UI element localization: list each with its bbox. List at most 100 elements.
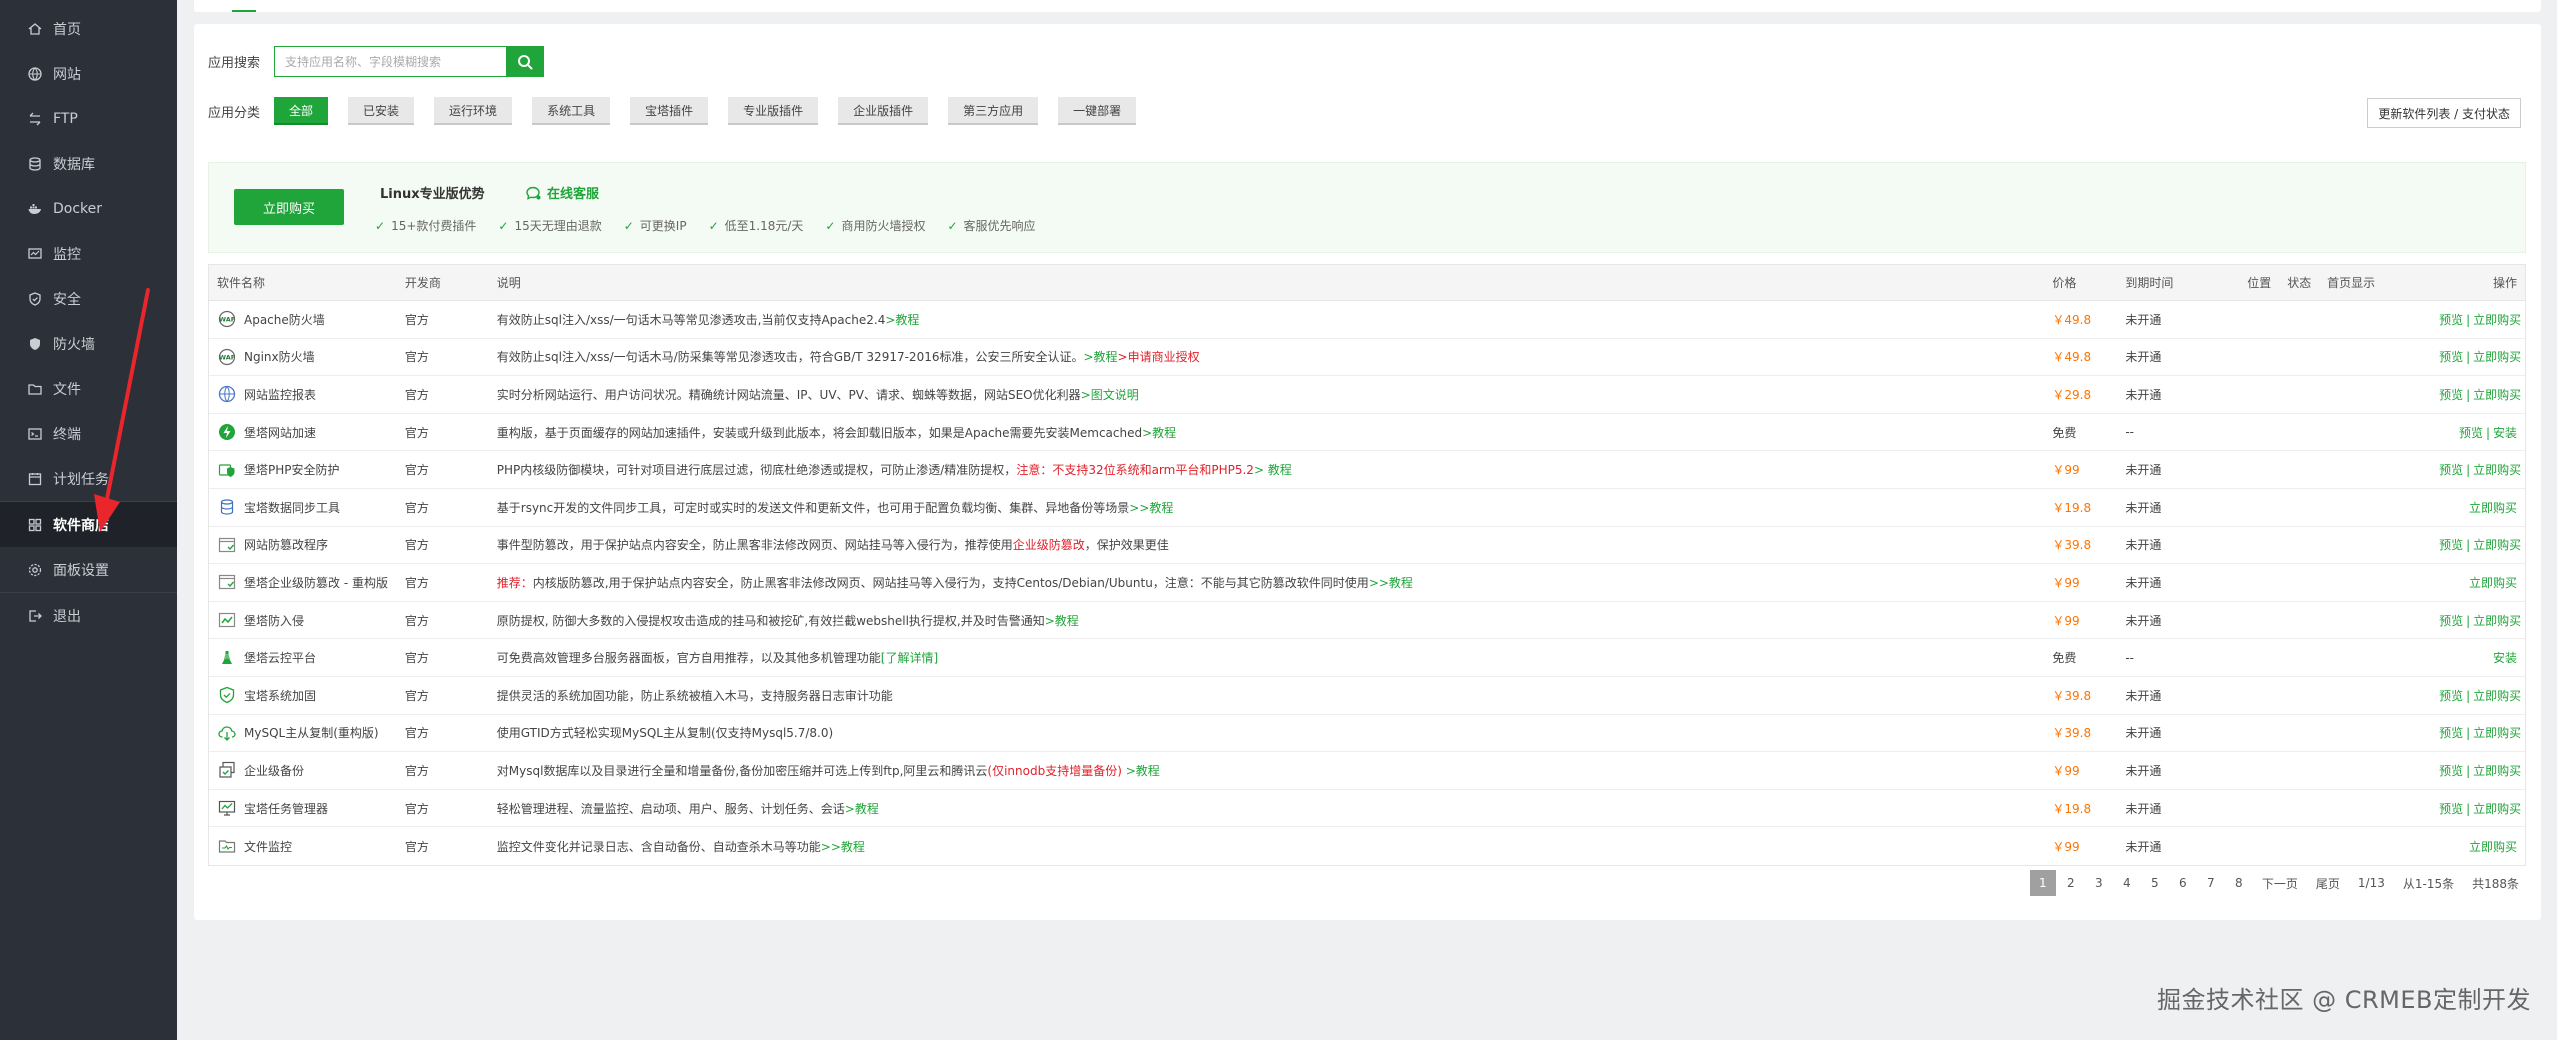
app-description-cell: 监控文件变化并记录日志、含自动备份、自动查杀木马等功能>>教程 (489, 838, 2045, 855)
preview-link[interactable]: 预览 (2439, 614, 2463, 628)
tutorial-link[interactable]: >教程 (1122, 764, 1160, 778)
preview-link[interactable]: 预览 (2439, 726, 2463, 740)
software-table: 软件名称 开发商 说明 价格 到期时间 位置 状态 首页显示 操作 WAF Apa… (208, 264, 2526, 866)
install-link[interactable]: 安装 (2493, 426, 2517, 440)
app-expire: 未开通 (2125, 350, 2162, 365)
watermark: 掘金技术社区 @ CRMEB定制开发 (2156, 986, 2531, 1014)
app-operations: 预览 | 立即购买 (2439, 612, 2525, 629)
preview-link[interactable]: 预览 (2439, 538, 2463, 552)
app-developer: 官方 (404, 801, 429, 816)
update-software-list-button[interactable]: 更新软件列表 / 支付状态 (2367, 98, 2521, 128)
sidebar-item-terminal[interactable]: 终端 (0, 411, 177, 456)
online-service-link[interactable]: 在线客服 (525, 183, 599, 202)
sidebar-item-globe[interactable]: 网站 (0, 51, 177, 96)
app-expire: 未开通 (2125, 839, 2162, 854)
buy-now-link[interactable]: 立即购买 (2469, 840, 2517, 854)
install-link[interactable]: 安装 (2493, 651, 2517, 665)
page-button[interactable]: 7 (2198, 870, 2224, 896)
search-button[interactable] (506, 46, 545, 77)
category-tab[interactable]: 专业版插件 (728, 97, 819, 125)
buy-now-button[interactable]: 立即购买 (234, 189, 344, 225)
category-tab[interactable]: 全部 (274, 97, 329, 125)
sidebar-item-database[interactable]: 数据库 (0, 141, 177, 186)
tutorial-link[interactable]: > 教程 (1254, 463, 1292, 477)
category-tab[interactable]: 第三方应用 (948, 97, 1039, 125)
buy-now-link[interactable]: 立即购买 (2473, 689, 2521, 703)
page-button[interactable]: 8 (2226, 870, 2252, 896)
sidebar-item-monitor[interactable]: 监控 (0, 231, 177, 276)
tutorial-link[interactable]: >>教程 (1369, 576, 1413, 590)
buy-now-link[interactable]: 立即购买 (2469, 501, 2517, 515)
sidebar-item-clock[interactable]: 计划任务 (0, 456, 177, 501)
sidebar-item-logout[interactable]: 退出 (0, 593, 177, 638)
next-page-button[interactable]: 下一页 (2254, 870, 2306, 896)
sidebar-item-shield[interactable]: 安全 (0, 276, 177, 321)
tutorial-link[interactable]: >教程 (1142, 426, 1176, 440)
preview-link[interactable]: 预览 (2439, 388, 2463, 402)
sidebar-item-home[interactable]: 首页 (0, 6, 177, 51)
sidebar-item-grid[interactable]: 软件商店 (0, 502, 177, 547)
buy-now-link[interactable]: 立即购买 (2473, 388, 2521, 402)
app-name-cell: 文件监控 (209, 836, 397, 856)
page-button[interactable]: 6 (2170, 870, 2196, 896)
buy-now-link[interactable]: 立即购买 (2473, 463, 2521, 477)
page-button[interactable]: 1 (2029, 870, 2056, 896)
preview-link[interactable]: 预览 (2439, 802, 2463, 816)
app-name-cell: 堡塔云控平台 (209, 648, 397, 668)
buy-now-link[interactable]: 立即购买 (2469, 576, 2517, 590)
app-description-cell: 提供灵活的系统加固功能，防止系统被植入木马，支持服务器日志审计功能 (489, 687, 2045, 704)
category-tab[interactable]: 宝塔插件 (630, 97, 709, 125)
tutorial-link[interactable]: >>教程 (1129, 501, 1173, 515)
category-tab[interactable]: 已安装 (348, 97, 415, 125)
app-price: ￥39.8 (2052, 688, 2092, 703)
sidebar-item-label: Docker (53, 200, 103, 217)
table-row: WAF Apache防火墙 官方 有效防止sql注入/xss/一句话木马等常见渗透攻击… (209, 301, 2525, 339)
preview-link[interactable]: 预览 (2439, 764, 2463, 778)
promo-feature-label: 低至1.18元/天 (724, 219, 804, 233)
app-expire: 未开通 (2125, 312, 2162, 327)
table-row: MySQL主从复制(重构版) 官方 使用GTID方式轻松实现MySQL主从复制(仅支… (209, 715, 2525, 753)
search-input[interactable] (274, 46, 507, 77)
app-developer: 官方 (404, 613, 429, 628)
tutorial-link[interactable]: [了解详情] (881, 651, 938, 665)
sidebar-item-gear[interactable]: 面板设置 (0, 547, 177, 592)
app-name-cell: 企业级备份 (209, 760, 397, 780)
category-tab[interactable]: 系统工具 (532, 97, 611, 125)
preview-link[interactable]: 预览 (2459, 426, 2483, 440)
sidebar-item-ftp[interactable]: FTP (0, 96, 177, 141)
preview-link[interactable]: 预览 (2439, 689, 2463, 703)
buy-now-link[interactable]: 立即购买 (2473, 726, 2521, 740)
preview-link[interactable]: 预览 (2439, 350, 2463, 364)
tutorial-link[interactable]: >教程 (845, 802, 879, 816)
tutorial-link[interactable]: >>教程 (821, 840, 865, 854)
app-name-cell: 网站监控报表 (209, 384, 397, 404)
buy-now-link[interactable]: 立即购买 (2473, 350, 2521, 364)
description-tail: ，保护效果更佳 (1084, 538, 1169, 553)
category-tab[interactable]: 一键部署 (1058, 97, 1137, 125)
category-tab[interactable]: 企业版插件 (838, 97, 929, 125)
globe-icon (26, 65, 44, 83)
buy-now-link[interactable]: 立即购买 (2473, 802, 2521, 816)
app-price: ￥49.8 (2052, 350, 2092, 365)
last-page-button[interactable]: 尾页 (2308, 870, 2348, 896)
page-button[interactable]: 2 (2058, 870, 2084, 896)
tutorial-link[interactable]: >教程 (1083, 350, 1117, 364)
preview-link[interactable]: 预览 (2439, 463, 2463, 477)
preview-link[interactable]: 预览 (2439, 313, 2463, 327)
sidebar-item-firewall[interactable]: 防火墙 (0, 321, 177, 366)
buy-now-link[interactable]: 立即购买 (2473, 614, 2521, 628)
app-operations: 预览 | 立即购买 (2439, 348, 2525, 365)
tutorial-link[interactable]: >图文说明 (1081, 388, 1139, 402)
buy-now-link[interactable]: 立即购买 (2473, 313, 2521, 327)
tutorial-link[interactable]: >教程 (1045, 614, 1079, 628)
page-button[interactable]: 5 (2142, 870, 2168, 896)
buy-now-link[interactable]: 立即购买 (2473, 538, 2521, 552)
sidebar-item-folder[interactable]: 文件 (0, 366, 177, 411)
category-tab[interactable]: 运行环境 (434, 97, 513, 125)
page-button[interactable]: 3 (2086, 870, 2112, 896)
sidebar-item-docker[interactable]: Docker (0, 186, 177, 231)
buy-now-link[interactable]: 立即购买 (2473, 764, 2521, 778)
page-button[interactable]: 4 (2114, 870, 2140, 896)
tutorial-link[interactable]: >教程 (885, 313, 919, 327)
app-description-cell: 轻松管理进程、流量监控、启动项、用户、服务、计划任务、会话>教程 (489, 800, 2045, 817)
